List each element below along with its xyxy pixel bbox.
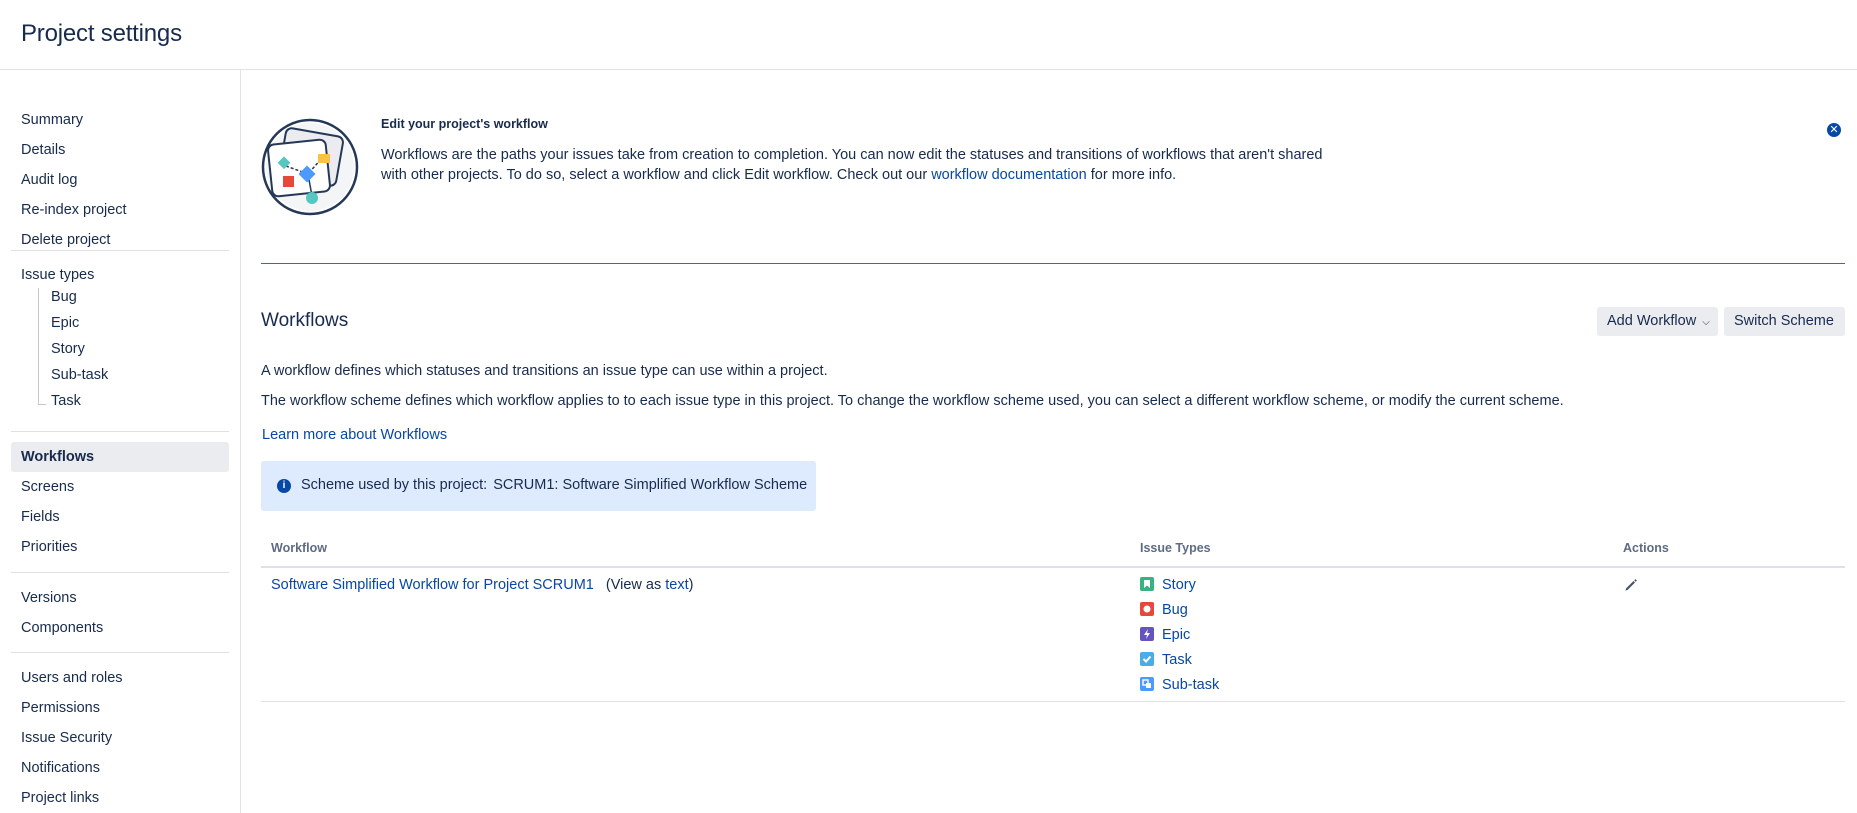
issue-type-story[interactable]: Story xyxy=(1140,577,1196,595)
banner-text-part: for more info. xyxy=(1090,167,1177,183)
workflow-description: A workflow defines which statuses and tr… xyxy=(261,363,828,379)
view-as-text: (View as text) xyxy=(606,577,694,593)
issue-type-label: Sub-task xyxy=(1162,677,1220,693)
sidebar-item-users-roles[interactable]: Users and roles xyxy=(11,663,229,693)
learn-more-link[interactable]: Learn more about Workflows xyxy=(262,427,447,443)
sidebar-item-audit-log[interactable]: Audit log xyxy=(11,165,229,195)
pencil-icon[interactable] xyxy=(1623,577,1639,593)
sidebar: Summary Details Audit log Re-index proje… xyxy=(0,70,241,813)
info-icon: i xyxy=(277,479,291,493)
sidebar-item-notifications[interactable]: Notifications xyxy=(11,753,229,783)
issue-type-label: Epic xyxy=(1162,627,1191,643)
subtask-icon xyxy=(1140,677,1154,691)
scheme-info-box: i Scheme used by this project: SCRUM1: So… xyxy=(261,461,816,511)
issue-type-task[interactable]: Task xyxy=(1140,652,1192,670)
issue-type-epic[interactable]: Epic xyxy=(1140,627,1190,645)
add-workflow-button[interactable]: Add Workflow ⌵ xyxy=(1597,307,1718,336)
divider xyxy=(11,572,229,573)
page-header: Project settings xyxy=(0,0,1857,70)
switch-scheme-button[interactable]: Switch Scheme xyxy=(1724,307,1845,336)
tree-tick xyxy=(38,404,46,405)
table-row-divider xyxy=(261,701,1845,702)
divider xyxy=(11,652,229,653)
banner-text: Workflows are the paths your issues take… xyxy=(381,145,1341,185)
sidebar-item-components[interactable]: Components xyxy=(11,613,229,643)
issue-type-bug[interactable]: Bug xyxy=(1140,602,1188,620)
close-icon[interactable]: ✕ xyxy=(1827,123,1841,137)
issue-type-label: Task xyxy=(1162,652,1192,668)
column-header-issue-types: Issue Types xyxy=(1140,541,1211,555)
view-as-text-link[interactable]: text xyxy=(665,577,688,593)
table-row: Software Simplified Workflow for Project… xyxy=(271,577,693,593)
sidebar-item-screens[interactable]: Screens xyxy=(11,472,229,502)
task-icon xyxy=(1140,652,1154,666)
scheme-label: Scheme used by this project: xyxy=(301,477,488,493)
epic-icon xyxy=(1140,627,1154,641)
sidebar-item-permissions[interactable]: Permissions xyxy=(11,693,229,723)
sidebar-item-fields[interactable]: Fields xyxy=(11,502,229,532)
issue-type-label: Story xyxy=(1162,577,1196,593)
sidebar-item-versions[interactable]: Versions xyxy=(11,583,229,613)
issue-type-subtask[interactable]: Sub-task xyxy=(1140,677,1219,695)
sidebar-issue-type-subtask[interactable]: Sub-task xyxy=(51,367,108,383)
sidebar-issue-type-task[interactable]: Task xyxy=(51,393,81,409)
chevron-down-icon: ⌵ xyxy=(1702,317,1710,328)
sidebar-issue-type-bug[interactable]: Bug xyxy=(51,289,77,305)
story-icon xyxy=(1140,577,1154,591)
sidebar-item-project-links[interactable]: Project links xyxy=(11,783,229,813)
workflow-illustration-icon xyxy=(261,118,359,216)
sidebar-item-issue-types[interactable]: Issue types xyxy=(21,267,94,283)
sidebar-item-workflows[interactable]: Workflows xyxy=(11,442,229,472)
scheme-info-text: Scheme used by this project: SCRUM1: Soft… xyxy=(301,477,807,493)
sidebar-item-issue-security[interactable]: Issue Security xyxy=(11,723,229,753)
view-as-prefix: (View as xyxy=(605,577,662,593)
workflow-documentation-link[interactable]: workflow documentation xyxy=(931,167,1087,183)
bug-icon xyxy=(1140,602,1154,616)
scheme-description: The workflow scheme defines which workfl… xyxy=(261,393,1564,409)
page-title: Project settings xyxy=(21,20,182,47)
column-header-workflow: Workflow xyxy=(271,541,328,555)
divider xyxy=(11,431,229,432)
add-workflow-label: Add Workflow xyxy=(1607,313,1697,329)
sidebar-issue-type-story[interactable]: Story xyxy=(51,341,85,357)
sidebar-item-reindex[interactable]: Re-index project xyxy=(11,195,229,225)
workflow-name-link[interactable]: Software Simplified Workflow for Project… xyxy=(271,577,594,593)
sidebar-issue-type-epic[interactable]: Epic xyxy=(51,315,79,331)
banner-divider xyxy=(261,263,1845,264)
sidebar-item-priorities[interactable]: Priorities xyxy=(11,532,229,562)
banner-text-part: Workflows are the paths your issues take… xyxy=(381,147,1323,183)
sidebar-item-details[interactable]: Details xyxy=(11,135,229,165)
view-as-suffix: ) xyxy=(688,577,694,593)
issue-type-label: Bug xyxy=(1162,602,1188,618)
banner-title: Edit your project's workflow xyxy=(381,117,548,131)
section-title: Workflows xyxy=(261,310,349,331)
scheme-value: SCRUM1: Software Simplified Workflow Sch… xyxy=(493,477,808,493)
sidebar-item-summary[interactable]: Summary xyxy=(11,105,229,135)
column-header-actions: Actions xyxy=(1623,541,1669,555)
divider xyxy=(11,250,229,251)
table-header-divider xyxy=(261,566,1845,568)
tree-line xyxy=(38,288,39,404)
